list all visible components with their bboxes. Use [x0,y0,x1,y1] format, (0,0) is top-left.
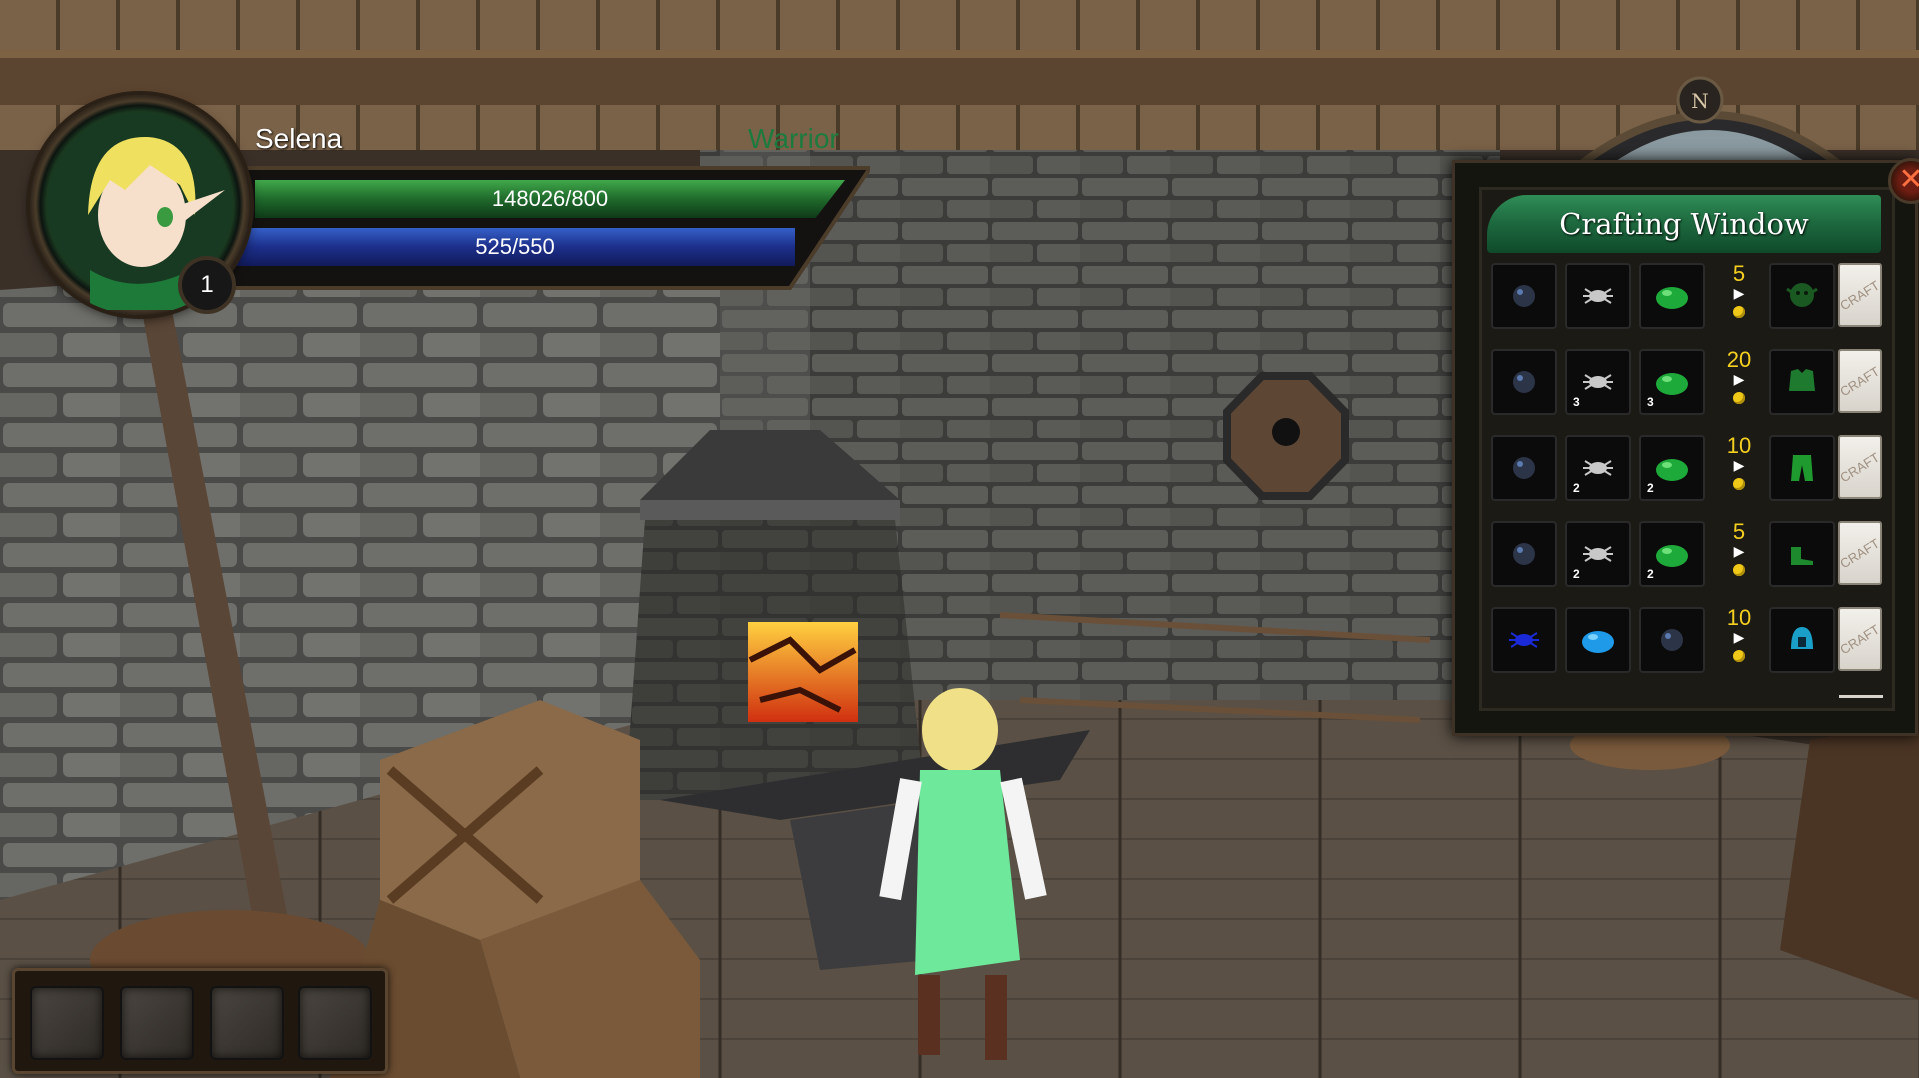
iron-orb-icon [1513,285,1535,307]
ingredient-slot[interactable] [1491,521,1557,587]
compass: N [1577,76,1843,165]
mana-text: 525/550 [475,234,555,259]
craft-cost: 10 ▶ [1719,607,1759,673]
result-slot[interactable] [1769,607,1835,673]
cost-amount: 5 [1732,519,1746,544]
item-quantity: 2 [1573,481,1580,495]
ingredient-slot[interactable] [1491,263,1557,329]
iron-orb-icon [1513,457,1535,479]
health-text: 148026/800 [491,186,609,211]
ingredient-slot[interactable]: 2 [1639,435,1705,501]
craft-cost: 10 ▶ [1719,435,1759,501]
hotbar-slot-4[interactable] [298,986,372,1060]
player-class: Warrior [748,123,839,154]
craft-button-label: CRAFT [1837,449,1883,485]
craft-cost: 5 ▶ [1719,263,1759,329]
ingredient-slot[interactable] [1565,607,1631,673]
ingredient-slot[interactable]: 2 [1565,521,1631,587]
green-boots-icon [1791,547,1813,565]
iron-orb-icon [1513,543,1535,565]
hotbar [12,968,388,1074]
item-quantity: 2 [1647,481,1654,495]
scrollbar[interactable] [1839,695,1883,698]
hotbar-slot-3[interactable] [210,986,284,1060]
green-armor-icon [1789,369,1815,391]
craft-button-label: CRAFT [1837,363,1883,399]
ingredient-slot[interactable] [1491,435,1557,501]
craft-cost: 20 ▶ [1719,349,1759,415]
craft-button[interactable]: CRAFT [1838,521,1882,585]
cost-amount: 20 [1726,347,1752,372]
ingredient-slot[interactable] [1639,263,1705,329]
blue-spider-icon [1509,632,1539,648]
recipe-row: 5 ▶ CRAFT [1491,263,1882,333]
craft-button-label: CRAFT [1837,277,1883,313]
result-slot[interactable] [1769,349,1835,415]
arrow-right-icon: ▶ [1733,458,1745,474]
crafting-title: Crafting Window [1487,195,1881,253]
recipe-row: 2 2 5 ▶ CRAFT [1491,521,1882,591]
gold-coin-icon [1733,392,1745,404]
craft-button-label: CRAFT [1837,535,1883,571]
gold-coin-icon [1733,564,1745,576]
arrow-right-icon: ▶ [1733,544,1745,560]
result-slot[interactable] [1769,263,1835,329]
gold-coin-icon [1733,306,1745,318]
crafting-window: Crafting Window ✕ 5 ▶ CRAFT 3 3 20 ▶ CRA… [1452,158,1919,736]
gold-coin-icon [1733,478,1745,490]
arrow-right-icon: ▶ [1733,372,1745,388]
ingredient-slot[interactable]: 2 [1639,521,1705,587]
ingredient-slot[interactable] [1565,263,1631,329]
ingredient-slot[interactable]: 3 [1565,349,1631,415]
arrow-right-icon: ▶ [1733,630,1745,646]
ingredient-slot[interactable]: 3 [1639,349,1705,415]
ingredient-slot[interactable] [1639,607,1705,673]
goblin-head-icon [1786,283,1818,307]
recipe-row: 2 2 10 ▶ CRAFT [1491,435,1882,505]
result-slot[interactable] [1769,435,1835,501]
blue-helmet-icon [1791,627,1813,649]
ingredient-slot[interactable] [1491,349,1557,415]
blue-slime-icon [1582,631,1614,653]
hotbar-slot-1[interactable] [30,986,104,1060]
craft-button[interactable]: CRAFT [1838,435,1882,499]
item-quantity: 3 [1647,395,1654,409]
craft-button-label: CRAFT [1837,621,1883,657]
arrow-right-icon: ▶ [1733,286,1745,302]
compass-north-label: N [1691,89,1709,113]
spider-icon [1583,288,1613,304]
cost-amount: 5 [1732,261,1746,286]
cost-amount: 10 [1726,433,1752,458]
recipe-row: 10 ▶ CRAFT [1491,607,1882,677]
gold-coin-icon [1733,650,1745,662]
iron-orb-icon [1661,629,1683,651]
health-bar: 148026/800 [255,180,845,218]
craft-button[interactable]: CRAFT [1838,607,1882,671]
craft-button[interactable]: CRAFT [1838,349,1882,413]
craft-button[interactable]: CRAFT [1838,263,1882,327]
item-quantity: 2 [1573,567,1580,581]
player-hud: 148026/800 525/550 1 Selena Warrior [0,0,880,320]
ingredient-slot[interactable] [1491,607,1557,673]
player-name: Selena [255,123,343,154]
ingredient-slot[interactable]: 2 [1565,435,1631,501]
cost-amount: 10 [1726,605,1752,630]
craft-cost: 5 ▶ [1719,521,1759,587]
item-quantity: 2 [1647,567,1654,581]
item-quantity: 3 [1573,395,1580,409]
green-slime-icon [1656,287,1688,309]
hotbar-slot-2[interactable] [120,986,194,1060]
mana-bar: 525/550 [235,228,795,266]
result-slot[interactable] [1769,521,1835,587]
green-leggings-icon [1791,455,1813,481]
iron-orb-icon [1513,371,1535,393]
recipe-row: 3 3 20 ▶ CRAFT [1491,349,1882,419]
level-badge: 1 [178,256,236,314]
